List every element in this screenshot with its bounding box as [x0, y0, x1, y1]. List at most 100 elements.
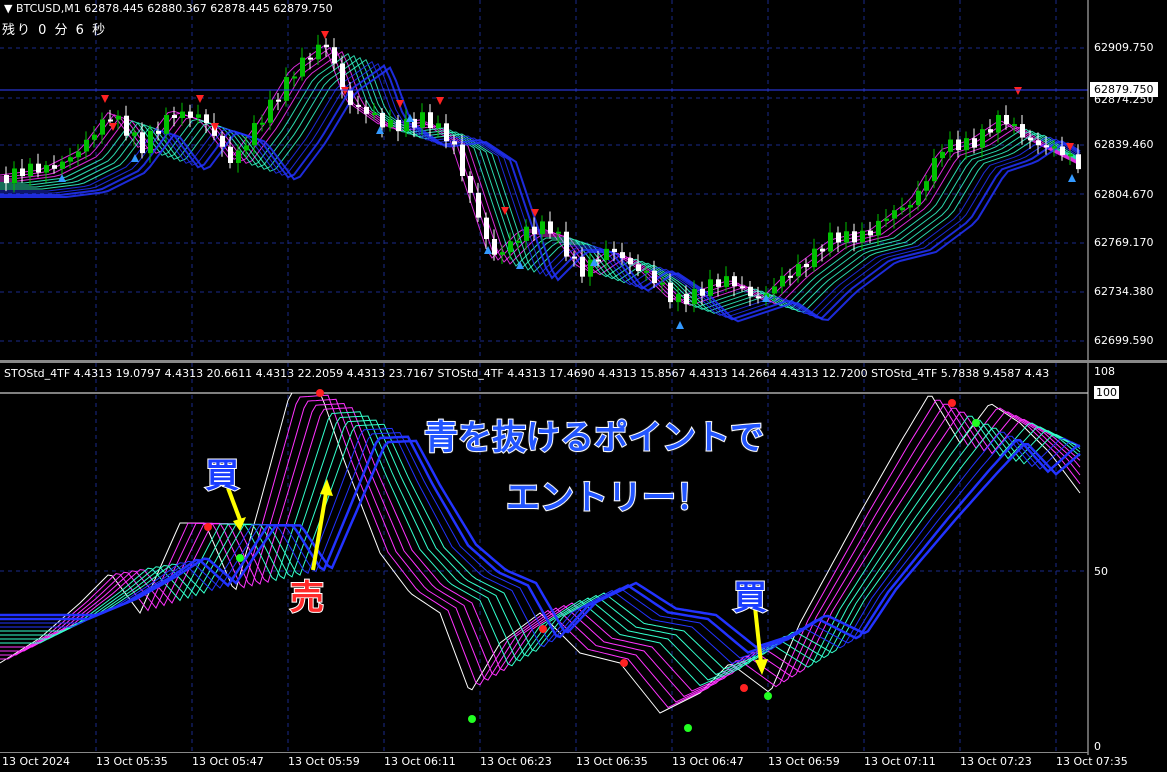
buy-dot: [764, 692, 772, 700]
candle-body: [516, 240, 521, 243]
candle-body: [716, 279, 721, 287]
candle-body: [948, 139, 953, 152]
candle-body: [812, 248, 817, 268]
candle-body: [732, 276, 737, 287]
candle-body: [820, 248, 825, 252]
sell-arrow: [321, 31, 329, 39]
candle-body: [164, 115, 169, 134]
time-label: 13 Oct 05:35: [96, 755, 168, 768]
ma-line: [0, 44, 1081, 300]
time-label: 13 Oct 06:35: [576, 755, 648, 768]
sell-annotation: 売: [289, 577, 325, 619]
candle-body: [908, 205, 913, 208]
candle-body: [1020, 124, 1025, 138]
candle-body: [892, 210, 897, 219]
candle-body: [388, 119, 393, 128]
time-label: 13 Oct 05:47: [192, 755, 264, 768]
candle-body: [1004, 115, 1009, 125]
candle-body: [788, 275, 793, 278]
symbol-info: ▼ BTCUSD,M1 62878.445 62880.367 62878.44…: [4, 2, 333, 15]
candle-body: [620, 252, 625, 259]
candle-body: [684, 293, 689, 305]
candle-body: [900, 207, 905, 211]
candle-body: [204, 114, 209, 124]
price-label: 62699.590: [1094, 334, 1154, 347]
candle-body: [100, 119, 105, 135]
sell-dot: [620, 659, 628, 667]
buy-dot: [972, 419, 980, 427]
buy-dot: [236, 554, 244, 562]
candle-body: [1052, 146, 1057, 149]
candle-body: [972, 138, 977, 148]
candle-body: [188, 111, 193, 118]
candle-body: [540, 221, 545, 235]
candle-body: [1044, 145, 1049, 148]
candle-body: [52, 165, 57, 169]
indicator-label: STOStd_4TF 4.4313 19.0797 4.4313 20.6611…: [4, 367, 1050, 380]
candle-body: [660, 282, 665, 285]
buy-annotation-right: 買: [732, 577, 768, 619]
indicator-level-0: 0: [1094, 740, 1101, 753]
candle-body: [724, 276, 729, 287]
candle-body: [468, 175, 473, 193]
candle-body: [876, 220, 881, 236]
candle-body: [692, 288, 697, 305]
candle-body: [20, 168, 25, 177]
buy-arrow: [1068, 174, 1076, 182]
candle-body: [1012, 124, 1017, 127]
candle-body: [524, 226, 529, 241]
candle-body: [940, 151, 945, 159]
candle-body: [260, 122, 265, 125]
price-label: 62734.380: [1094, 285, 1154, 298]
candle-body: [700, 288, 705, 296]
candle-body: [980, 129, 985, 148]
candle-body: [804, 263, 809, 268]
candle-body: [916, 190, 921, 206]
candle-body: [596, 259, 601, 262]
sell-dot: [204, 523, 212, 531]
candle-body: [508, 241, 513, 253]
sell-dot: [740, 684, 748, 692]
candle-body: [1036, 140, 1041, 146]
price-label: 62839.460: [1094, 138, 1154, 151]
indicator-axis-top: 108: [1094, 365, 1115, 378]
candle-body: [548, 221, 553, 234]
sell-dot: [316, 389, 324, 397]
time-label: 13 Oct 07:11: [864, 755, 936, 768]
candle-body: [564, 231, 569, 257]
candle-body: [796, 263, 801, 277]
sell-arrow: [196, 95, 204, 103]
indicator-level-50: 50: [1094, 565, 1108, 578]
candle-body: [84, 139, 89, 152]
candle-body: [228, 146, 233, 164]
candle-body: [156, 130, 161, 134]
buy-annotation-left: 買: [204, 455, 240, 497]
sell-dot: [948, 399, 956, 407]
candle-body: [612, 248, 617, 253]
candle-body: [44, 165, 49, 173]
buy-arrow: [131, 154, 139, 162]
candle-body: [148, 130, 153, 154]
candle-body: [236, 150, 241, 164]
candle-body: [652, 270, 657, 284]
time-label: 13 Oct 2024: [2, 755, 71, 768]
time-label: 13 Oct 05:59: [288, 755, 360, 768]
candle-body: [332, 47, 337, 64]
candle-body: [372, 112, 377, 115]
candle-body: [476, 192, 481, 218]
candle-body: [364, 106, 369, 114]
candle-body: [420, 112, 425, 128]
current-price-label: 62879.750: [1090, 82, 1158, 97]
buy-arrow: [676, 321, 684, 329]
candle-body: [108, 119, 113, 122]
candle-body: [668, 282, 673, 303]
price-chart[interactable]: [0, 0, 1167, 365]
candle-body: [460, 144, 465, 176]
candle-body: [1076, 154, 1081, 170]
time-axis-border: [0, 752, 1088, 753]
candle-body: [428, 112, 433, 129]
time-label: 13 Oct 06:23: [480, 755, 552, 768]
candle-body: [860, 230, 865, 243]
candle-body: [220, 135, 225, 147]
candle-body: [348, 89, 353, 105]
